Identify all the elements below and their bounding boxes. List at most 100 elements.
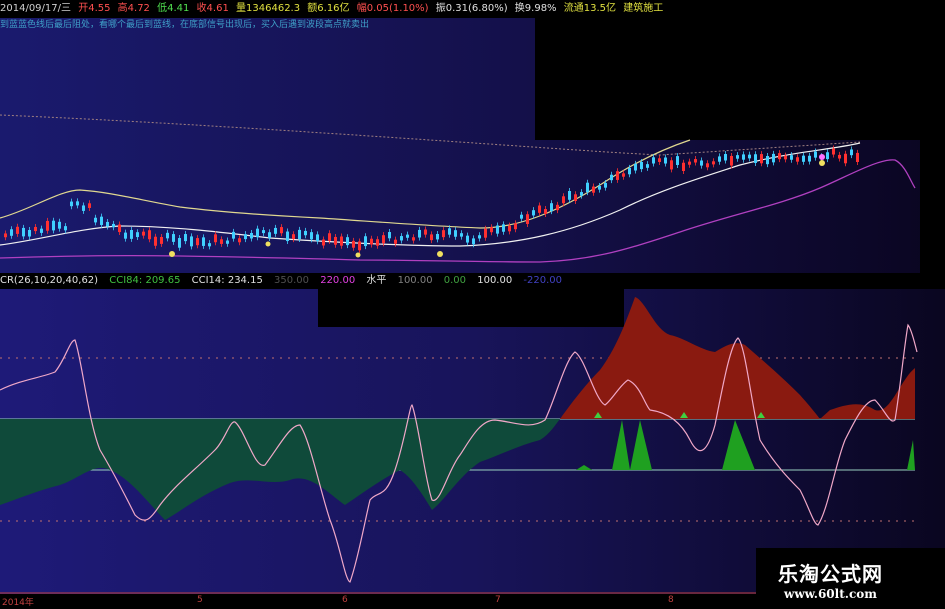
candle-body — [124, 232, 127, 239]
candle-body — [52, 220, 55, 231]
axis-label-aug: 8 — [668, 595, 674, 605]
candle-body — [664, 157, 667, 164]
candle-body — [676, 156, 679, 165]
buy-signal-dot — [437, 251, 443, 257]
quote-open: 开4.55 — [78, 3, 111, 14]
candle-body — [826, 152, 829, 160]
candle-body — [262, 230, 265, 234]
site-watermark: 乐淘公式网 www.60lt.com — [756, 548, 945, 609]
candle-body — [688, 161, 691, 165]
candle-body — [448, 228, 451, 235]
candle-body — [34, 226, 37, 232]
candle-body — [406, 234, 409, 238]
candle-body — [16, 226, 19, 234]
candle-body — [46, 220, 49, 231]
candle-body — [754, 154, 757, 163]
candle-body — [496, 225, 499, 234]
level-neg: -220.00 — [523, 275, 563, 286]
candle-body — [208, 243, 211, 247]
candle-body — [400, 236, 403, 241]
candle-body — [682, 162, 685, 171]
candle-body — [844, 153, 847, 164]
level-0: 0.00 — [443, 275, 467, 286]
candle-body — [538, 205, 541, 213]
quote-float-cap: 流通13.5亿 — [563, 3, 617, 14]
indicator-legend-bar: CR(26,10,20,40,62) CCI84: 209.65 CCI14: … — [0, 273, 570, 289]
price-panel-right — [920, 140, 945, 273]
candle-body — [316, 234, 319, 242]
candle-body — [184, 234, 187, 242]
quote-change: 幅0.05(1.10%) — [356, 3, 429, 14]
candle-body — [298, 229, 301, 240]
candle-body — [112, 223, 115, 228]
buy-signal-dot — [355, 252, 361, 258]
candle-body — [376, 239, 379, 246]
candle-body — [352, 240, 355, 248]
candle-body — [10, 229, 13, 236]
candle-body — [202, 237, 205, 246]
candle-body — [670, 160, 673, 170]
candle-body — [436, 233, 439, 240]
candle-body — [832, 148, 835, 155]
candle-body — [232, 231, 235, 239]
stock-chart-window: 2014/09/17/三 开4.55 高4.72 低4.41 收4.61 量13… — [0, 0, 945, 609]
candle-body — [490, 227, 493, 233]
candle-body — [778, 153, 781, 160]
watermark-url: www.60lt.com — [784, 587, 877, 601]
candle-body — [604, 182, 607, 188]
candle-body — [802, 155, 805, 162]
quote-info-bar: 2014/09/17/三 开4.55 高4.72 低4.41 收4.61 量13… — [0, 0, 945, 18]
candle-body — [706, 163, 709, 168]
candle-body — [76, 201, 79, 206]
candle-body — [502, 224, 505, 232]
level-100b: 100.00 — [477, 275, 513, 286]
candle-body — [256, 228, 259, 238]
candle-body — [412, 237, 415, 241]
candle-body — [640, 162, 643, 170]
candle-body — [514, 223, 517, 230]
candle-body — [586, 182, 589, 193]
candle-body — [784, 155, 787, 160]
candle-body — [280, 227, 283, 234]
candle-body — [622, 173, 625, 177]
candle-body — [442, 230, 445, 238]
watermark-title: 乐淘公式网 — [778, 562, 883, 586]
candle-body — [118, 224, 121, 233]
candle-body — [106, 221, 109, 227]
quote-close: 收4.61 — [196, 3, 229, 14]
candle-body — [520, 214, 523, 219]
candle-body — [580, 192, 583, 196]
candle-body — [526, 214, 529, 224]
candle-body — [730, 155, 733, 166]
candle-body — [724, 154, 727, 161]
candle-body — [478, 235, 481, 239]
candle-body — [616, 171, 619, 180]
candle-body — [544, 209, 547, 214]
candle-body — [532, 210, 535, 216]
candle-body — [796, 157, 799, 162]
candle-body — [760, 154, 763, 164]
candle-body — [226, 240, 229, 244]
candle-body — [556, 204, 559, 211]
candle-body — [814, 151, 817, 158]
candle-body — [322, 239, 325, 246]
candle-body — [562, 196, 565, 204]
candle-body — [736, 155, 739, 159]
candle-body — [94, 217, 97, 223]
candle-body — [508, 225, 511, 232]
quote-volume: 量1346462.3 — [236, 3, 301, 14]
candle-body — [790, 155, 793, 160]
candle-body — [100, 216, 103, 225]
candle-body — [598, 186, 601, 190]
candle-body — [610, 174, 613, 181]
cr-label[interactable]: CR(26,10,20,40,62) — [0, 275, 98, 286]
candle-body — [466, 235, 469, 243]
cci84-value: CCI84: 209.65 — [109, 275, 181, 286]
candle-body — [424, 229, 427, 235]
candle-body — [136, 232, 139, 238]
candle-body — [358, 241, 361, 251]
quote-amplitude: 振0.31(6.80%) — [435, 3, 508, 14]
candle-body — [766, 155, 769, 165]
chart-canvas[interactable] — [0, 0, 945, 609]
candle-body — [310, 232, 313, 240]
